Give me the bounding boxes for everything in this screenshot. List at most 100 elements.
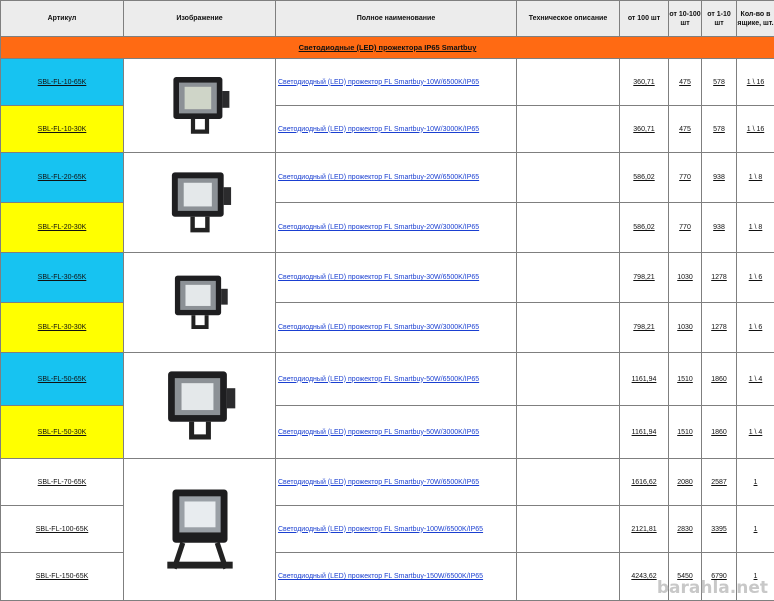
col-price-1: от 1-10 шт <box>702 1 737 37</box>
product-name-cell: Светодиодный (LED) прожектор FL Smartbuy… <box>276 353 517 406</box>
tech-description-cell <box>517 506 620 553</box>
tech-description-cell <box>517 59 620 106</box>
price-cell-p1[interactable]: 578 <box>702 59 737 106</box>
price-cell-p1[interactable]: 2587 <box>702 459 737 506</box>
box-qty-cell[interactable]: 1 \ 8 <box>737 203 774 253</box>
price-cell-p100[interactable]: 1161,94 <box>620 406 669 459</box>
sku-cell[interactable]: SBL-FL-150-65K <box>1 553 124 601</box>
watermark: barahla.net <box>657 578 768 598</box>
price-cell-p100[interactable]: 798,21 <box>620 253 669 303</box>
col-article: Артикул <box>1 1 124 37</box>
col-tech: Техническое описание <box>517 1 620 37</box>
price-cell-p10[interactable]: 1510 <box>669 353 702 406</box>
box-qty-cell[interactable]: 1 \ 16 <box>737 59 774 106</box>
sku-cell[interactable]: SBL-FL-70-65K <box>1 459 124 506</box>
price-cell-p100[interactable]: 1161,94 <box>620 353 669 406</box>
sku-cell[interactable]: SBL-FL-50-30K <box>1 406 124 459</box>
tech-description-cell <box>517 106 620 153</box>
price-cell-p100[interactable]: 1616,62 <box>620 459 669 506</box>
table-row: SBL-FL-50-65K Светодиодный (LED) прожект… <box>1 353 774 406</box>
product-link[interactable]: Светодиодный (LED) прожектор FL Smartbuy… <box>276 526 516 533</box>
product-link[interactable]: Светодиодный (LED) прожектор FL Smartbuy… <box>276 324 516 331</box>
table-row: SBL-FL-30-30K Светодиодный (LED) прожекто… <box>1 303 774 353</box>
sku-cell[interactable]: SBL-FL-30-30K <box>1 303 124 353</box>
product-name-cell: Светодиодный (LED) прожектор FL Smartbuy… <box>276 253 517 303</box>
price-cell-p1[interactable]: 1860 <box>702 406 737 459</box>
price-cell-p10[interactable]: 1030 <box>669 303 702 353</box>
box-qty-cell[interactable]: 1 \ 6 <box>737 303 774 353</box>
price-cell-p10[interactable]: 475 <box>669 59 702 106</box>
col-box: Кол-во в ящике, шт. <box>737 1 774 37</box>
price-cell-p10[interactable]: 770 <box>669 203 702 253</box>
price-cell-p1[interactable]: 1278 <box>702 303 737 353</box>
product-name-cell: Светодиодный (LED) прожектор FL Smartbuy… <box>276 203 517 253</box>
table-row: SBL-FL-50-30K Светодиодный (LED) прожекто… <box>1 406 774 459</box>
price-cell-p100[interactable]: 586,02 <box>620 203 669 253</box>
tech-description-cell <box>517 553 620 601</box>
box-qty-cell[interactable]: 1 \ 4 <box>737 406 774 459</box>
sku-cell[interactable]: SBL-FL-20-30K <box>1 203 124 253</box>
sku-cell[interactable]: SBL-FL-100-65K <box>1 506 124 553</box>
table-row: SBL-FL-20-65K Светодиодный (LED) прожект… <box>1 153 774 203</box>
table-row: SBL-FL-20-30K Светодиодный (LED) прожекто… <box>1 203 774 253</box>
price-cell-p1[interactable]: 1860 <box>702 353 737 406</box>
box-qty-cell[interactable]: 1 \ 16 <box>737 106 774 153</box>
table-row: SBL-FL-70-65K Светодиодный (LED) прожект… <box>1 459 774 506</box>
box-qty-cell[interactable]: 1 \ 6 <box>737 253 774 303</box>
floodlight-image <box>124 59 276 153</box>
product-name-cell: Светодиодный (LED) прожектор FL Smartbuy… <box>276 459 517 506</box>
tech-description-cell <box>517 353 620 406</box>
product-link[interactable]: Светодиодный (LED) прожектор FL Smartbuy… <box>276 573 516 580</box>
floodlight-image <box>124 353 276 459</box>
box-qty-cell[interactable]: 1 <box>737 459 774 506</box>
product-link[interactable]: Светодиодный (LED) прожектор FL Smartbuy… <box>276 274 516 281</box>
tech-description-cell <box>517 459 620 506</box>
table-row: SBL-FL-100-65K Светодиодный (LED) прожект… <box>1 506 774 553</box>
price-cell-p10[interactable]: 770 <box>669 153 702 203</box>
tech-description-cell <box>517 153 620 203</box>
tech-description-cell <box>517 253 620 303</box>
product-link[interactable]: Светодиодный (LED) прожектор FL Smartbuy… <box>276 79 516 86</box>
price-cell-p10[interactable]: 1510 <box>669 406 702 459</box>
price-cell-p10[interactable]: 2830 <box>669 506 702 553</box>
sku-cell[interactable]: SBL-FL-30-65K <box>1 253 124 303</box>
price-cell-p100[interactable]: 586,02 <box>620 153 669 203</box>
price-cell-p1[interactable]: 578 <box>702 106 737 153</box>
price-cell-p100[interactable]: 2121,81 <box>620 506 669 553</box>
price-cell-p1[interactable]: 938 <box>702 153 737 203</box>
product-link[interactable]: Светодиодный (LED) прожектор FL Smartbuy… <box>276 174 516 181</box>
product-name-cell: Светодиодный (LED) прожектор FL Smartbuy… <box>276 506 517 553</box>
price-cell-p1[interactable]: 938 <box>702 203 737 253</box>
product-link[interactable]: Светодиодный (LED) прожектор FL Smartbuy… <box>276 126 516 133</box>
product-name-cell: Светодиодный (LED) прожектор FL Smartbuy… <box>276 553 517 601</box>
sku-cell[interactable]: SBL-FL-10-65K <box>1 59 124 106</box>
product-link[interactable]: Светодиодный (LED) прожектор FL Smartbuy… <box>276 479 516 486</box>
price-cell-p100[interactable]: 360,71 <box>620 106 669 153</box>
sku-cell[interactable]: SBL-FL-50-65K <box>1 353 124 406</box>
table-row: SBL-FL-10-30K Светодиодный (LED) прожекто… <box>1 106 774 153</box>
price-cell-p10[interactable]: 1030 <box>669 253 702 303</box>
price-cell-p1[interactable]: 1278 <box>702 253 737 303</box>
header-row: Артикул Изображение Полное наименование … <box>1 1 774 37</box>
box-qty-cell[interactable]: 1 \ 8 <box>737 153 774 203</box>
sku-cell[interactable]: SBL-FL-10-30K <box>1 106 124 153</box>
box-qty-cell[interactable]: 1 <box>737 506 774 553</box>
product-link[interactable]: Светодиодный (LED) прожектор FL Smartbuy… <box>276 376 516 383</box>
table-row: SBL-FL-30-65K Светодиодный (LED) прожект… <box>1 253 774 303</box>
product-link[interactable]: Светодиодный (LED) прожектор FL Smartbuy… <box>276 224 516 231</box>
product-name-cell: Светодиодный (LED) прожектор FL Smartbuy… <box>276 59 517 106</box>
tech-description-cell <box>517 203 620 253</box>
tech-description-cell <box>517 303 620 353</box>
floodlight-image <box>124 253 276 353</box>
product-link[interactable]: Светодиодный (LED) прожектор FL Smartbuy… <box>276 429 516 436</box>
floodlight-image <box>124 459 276 601</box>
price-cell-p100[interactable]: 360,71 <box>620 59 669 106</box>
section-title[interactable]: Светодиодные (LED) прожектора IP65 Smart… <box>1 37 774 59</box>
price-cell-p10[interactable]: 475 <box>669 106 702 153</box>
sku-cell[interactable]: SBL-FL-20-65K <box>1 153 124 203</box>
price-cell-p100[interactable]: 798,21 <box>620 303 669 353</box>
box-qty-cell[interactable]: 1 \ 4 <box>737 353 774 406</box>
price-cell-p10[interactable]: 2080 <box>669 459 702 506</box>
price-cell-p1[interactable]: 3395 <box>702 506 737 553</box>
col-price-10: от 10-100 шт <box>669 1 702 37</box>
